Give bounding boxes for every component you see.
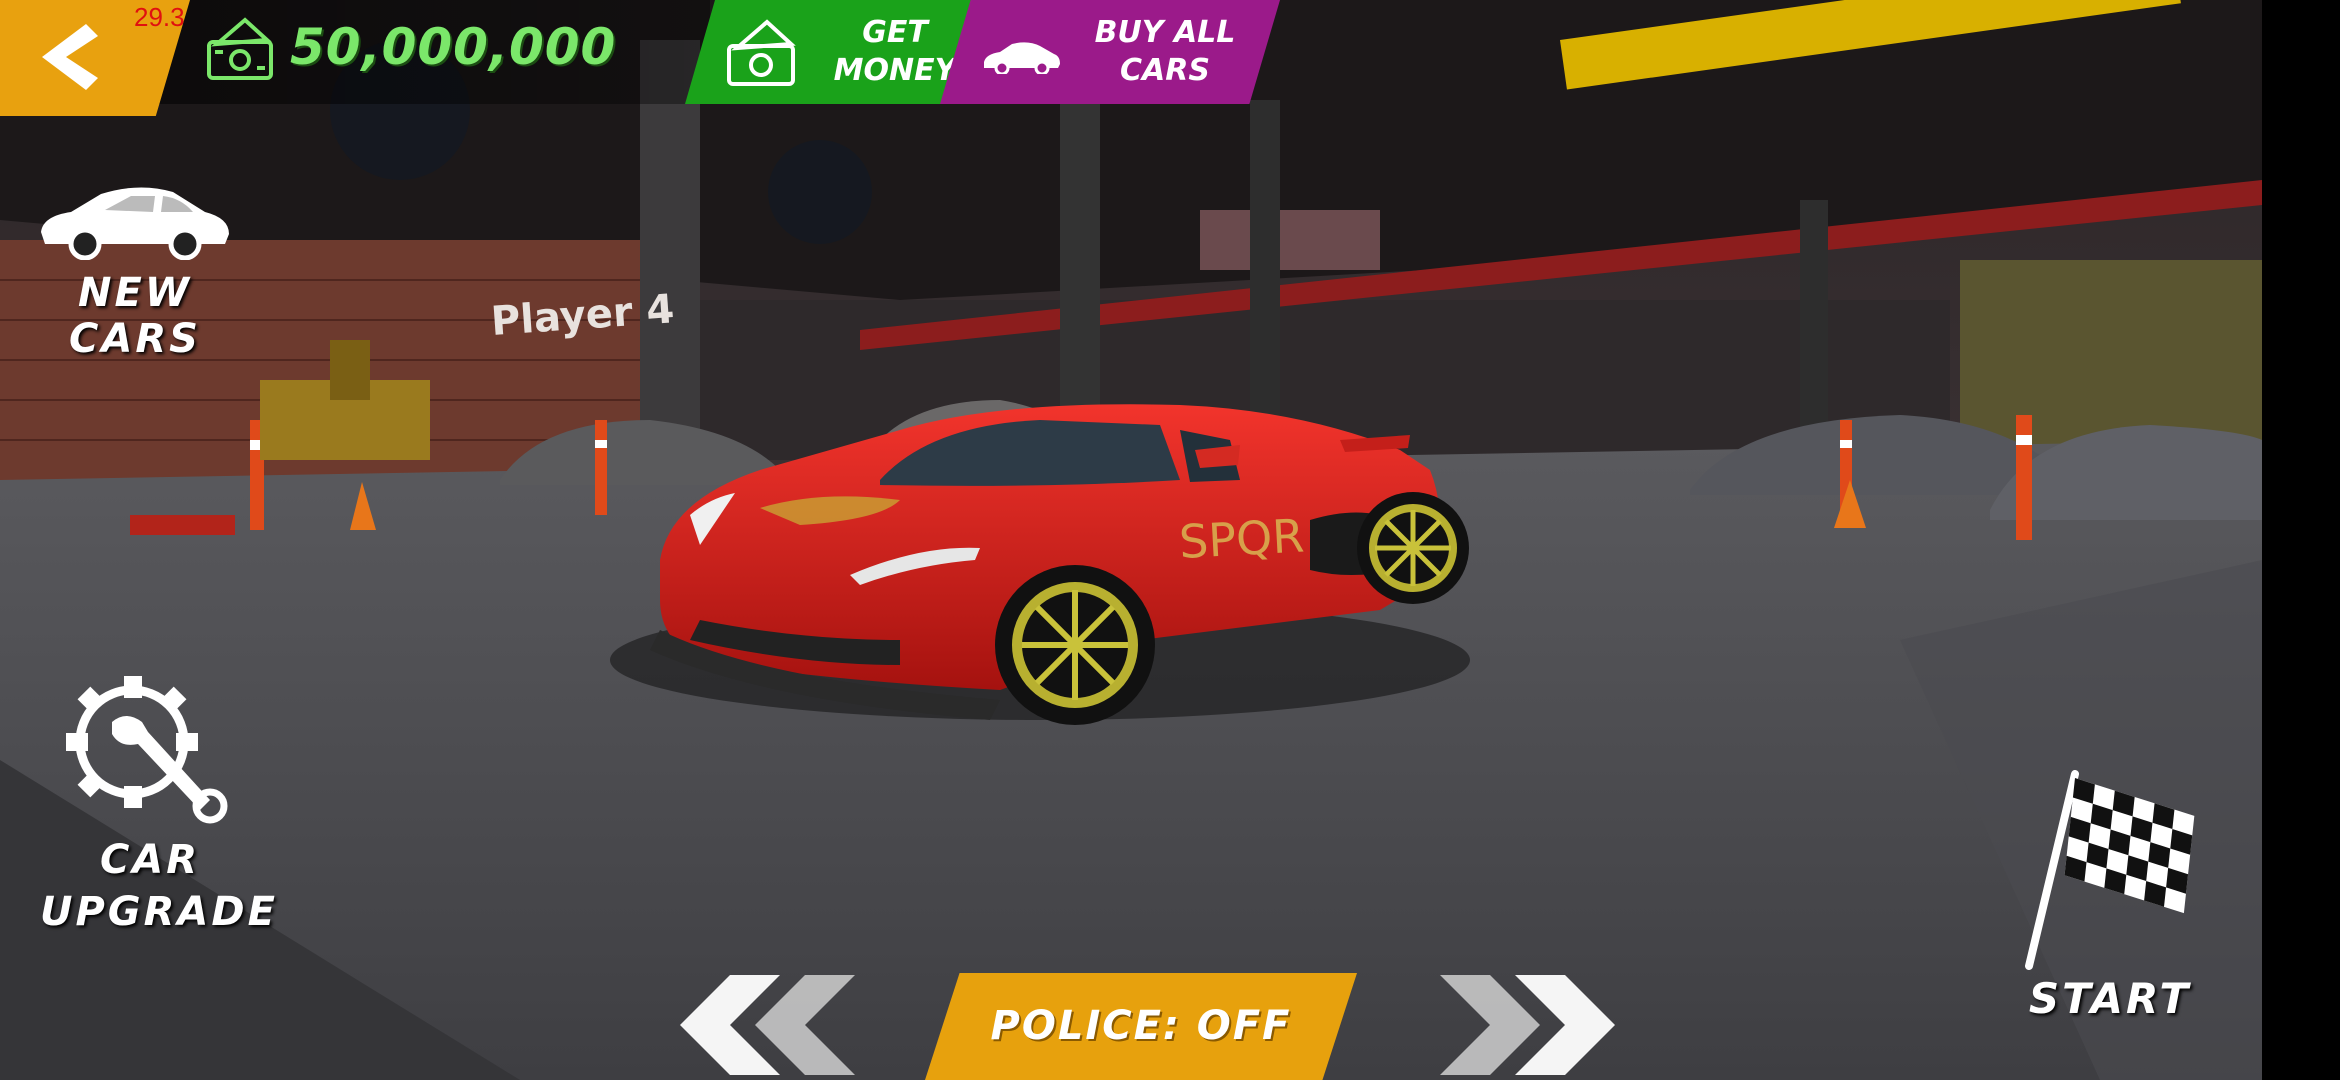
car-decal: SPQR [1178, 509, 1306, 569]
police-toggle-label: POLICE: OFF [990, 1003, 1292, 1049]
start-button[interactable]: START [2010, 770, 2210, 1023]
garage-background: Player 4 SPQR [0, 0, 2262, 1080]
police-toggle-button[interactable]: POLICE: OFF [925, 973, 1357, 1080]
screen-edge-bar [2262, 0, 2340, 1080]
new-cars-button[interactable]: NEW CARS [10, 180, 260, 362]
buy-all-cars-label: BUY ALL CARS [1094, 15, 1236, 88]
money-balance: 50,000,000 [290, 18, 617, 76]
new-cars-label: NEW CARS [69, 270, 201, 362]
buy-all-cars-button[interactable]: BUY ALL CARS [940, 0, 1280, 104]
start-label: START [2028, 974, 2192, 1023]
checkered-flag-icon [2025, 770, 2195, 970]
cash-icon [727, 19, 796, 86]
garage-scene: Player 4 SPQR [0, 0, 2262, 1080]
get-money-button[interactable]: GET MONEY [685, 0, 985, 104]
next-car-button[interactable] [1425, 975, 1625, 1079]
car-icon [984, 42, 1060, 74]
double-chevron-left-icon [680, 975, 855, 1075]
car-icon [41, 187, 229, 261]
top-bar: 29.3 50,000,000 GET MONEY BUY ALL CARS [0, 0, 2262, 116]
car-upgrade-button[interactable]: CAR UPGRADE [40, 670, 278, 938]
cash-icon [205, 16, 275, 86]
double-chevron-right-icon [1440, 975, 1615, 1075]
car-upgrade-label: CAR UPGRADE [40, 837, 278, 935]
gear-wrench-icon [66, 676, 228, 824]
back-arrow-icon [42, 24, 98, 90]
fps-counter: 29.3 [134, 2, 185, 32]
previous-car-button[interactable] [670, 975, 870, 1079]
